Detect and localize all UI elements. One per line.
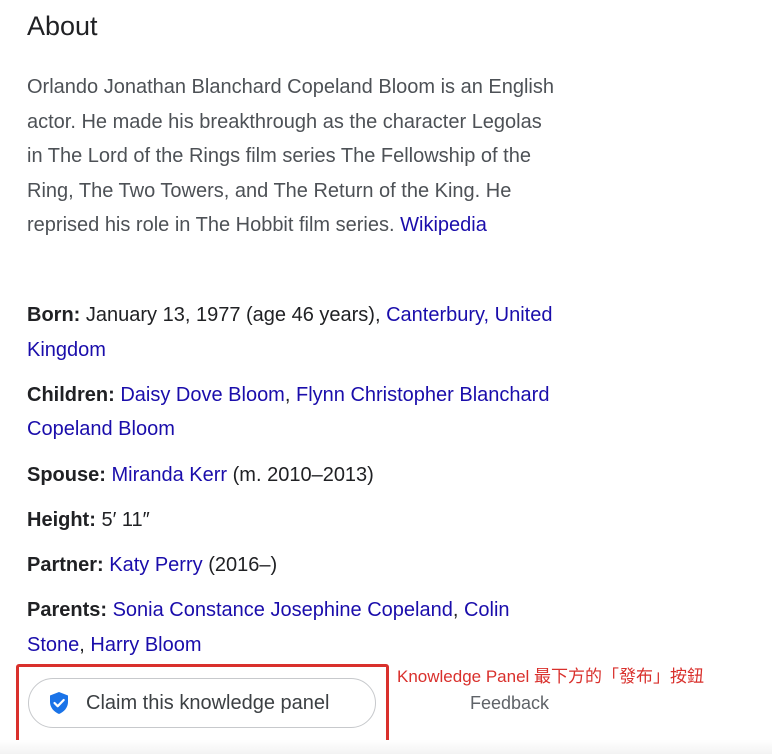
about-description: Orlando Jonathan Blanchard Copeland Bloo…: [27, 70, 562, 243]
parents-label: Parents:: [27, 599, 108, 622]
height-value: 5′ 11″: [101, 508, 150, 531]
parents-separator-1: ,: [452, 599, 459, 622]
fact-parents: Parents: Sonia Constance Josephine Copel…: [27, 593, 562, 662]
about-heading: About: [27, 11, 98, 41]
spouse-label: Spouse:: [27, 463, 106, 486]
height-label: Height:: [27, 508, 96, 531]
children-label: Children:: [27, 383, 115, 406]
fact-children: Children: Daisy Dove Bloom, Flynn Christ…: [27, 378, 562, 447]
feedback-link[interactable]: Feedback: [470, 693, 549, 714]
spouse-years: (m. 2010–2013): [232, 463, 374, 486]
annotation-highlight-box: [16, 664, 389, 745]
partner-label: Partner:: [27, 553, 104, 576]
description-text: Orlando Jonathan Blanchard Copeland Bloo…: [27, 76, 555, 237]
parent-link-3[interactable]: Harry Bloom: [90, 634, 201, 656]
partner-link[interactable]: Katy Perry: [109, 554, 202, 576]
parent-link-1[interactable]: Sonia Constance Josephine Copeland: [113, 599, 453, 621]
wikipedia-link[interactable]: Wikipedia: [400, 214, 487, 236]
born-date: January 13, 1977 (age 46 years),: [85, 304, 381, 326]
children-separator: ,: [284, 383, 291, 406]
partner-years: (2016–): [208, 553, 278, 576]
parents-separator-2: ,: [79, 633, 85, 656]
child-link-1[interactable]: Daisy Dove Bloom: [120, 384, 285, 406]
fact-spouse: Spouse: Miranda Kerr (m. 2010–2013): [27, 458, 562, 493]
spouse-link[interactable]: Miranda Kerr: [111, 464, 227, 486]
bottom-fade: [0, 740, 772, 754]
facts-list: Born: January 13, 1977 (age 46 years), C…: [27, 298, 562, 673]
fact-partner: Partner: Katy Perry (2016–): [27, 548, 562, 583]
fact-height: Height: 5′ 11″: [27, 503, 562, 538]
born-label: Born:: [27, 304, 81, 326]
annotation-text: Knowledge Panel 最下方的「發布」按鈕: [397, 667, 705, 686]
fact-born: Born: January 13, 1977 (age 46 years), C…: [27, 298, 562, 367]
